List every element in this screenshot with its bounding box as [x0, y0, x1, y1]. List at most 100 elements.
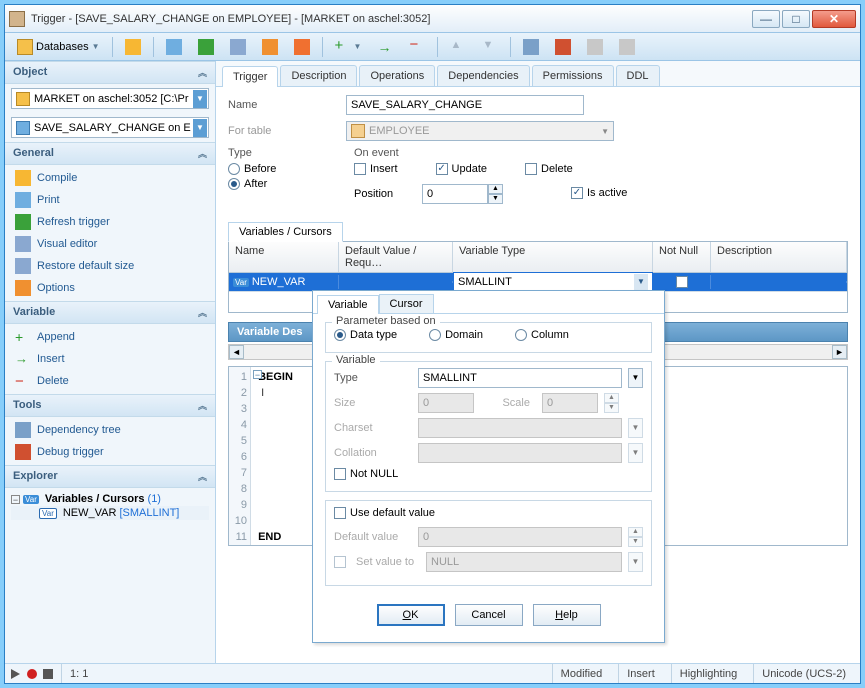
- param-column-radio[interactable]: Column: [515, 329, 569, 341]
- tab-description[interactable]: Description: [280, 65, 357, 86]
- popup-tab-variable[interactable]: Variable: [317, 295, 379, 314]
- notnull-check[interactable]: Not NULL: [334, 468, 643, 480]
- left-panel: Object︽ MARKET on aschel:3052 [C:\Pr▼ SA…: [5, 61, 216, 663]
- minus-icon: −: [15, 373, 31, 389]
- record-icon[interactable]: [27, 669, 37, 679]
- add-button[interactable]: +▼: [329, 36, 368, 58]
- type-after-radio[interactable]: After: [228, 178, 324, 190]
- ok-button[interactable]: OK: [377, 604, 445, 626]
- tools-section-header[interactable]: Tools︽: [5, 394, 215, 417]
- grid-row[interactable]: VarNEW_VAR SMALLINT▼: [229, 273, 847, 291]
- tree-button[interactable]: [517, 36, 545, 58]
- database-combo[interactable]: MARKET on aschel:3052 [C:\Pr▼: [11, 88, 209, 109]
- col-default[interactable]: Default Value / Requ…: [339, 242, 453, 272]
- item-label: Print: [37, 194, 60, 206]
- scroll-right[interactable]: ►: [832, 345, 847, 359]
- stop-icon[interactable]: [43, 669, 53, 679]
- checkbox-icon: [354, 163, 366, 175]
- status-modified: Modified: [552, 664, 611, 683]
- position-spinner[interactable]: ▲▼: [422, 184, 503, 204]
- tab-permissions[interactable]: Permissions: [532, 65, 614, 86]
- tree-root[interactable]: − Var Variables / Cursors (1): [11, 492, 209, 506]
- dependency-tree-item[interactable]: Dependency tree: [5, 419, 215, 441]
- collapse-toggle[interactable]: −: [11, 495, 20, 504]
- insert-button[interactable]: →: [371, 36, 399, 58]
- delete-item[interactable]: −Delete: [5, 370, 215, 392]
- status-encoding: Unicode (UCS-2): [753, 664, 854, 683]
- param-domain-radio[interactable]: Domain: [429, 329, 483, 341]
- refresh-item[interactable]: Refresh trigger: [5, 211, 215, 233]
- edit-button[interactable]: [256, 36, 284, 58]
- up-button[interactable]: ▲: [444, 36, 472, 58]
- general-section-header[interactable]: General︽: [5, 142, 215, 165]
- help-button[interactable]: Help: [533, 604, 601, 626]
- insert-item[interactable]: →Insert: [5, 348, 215, 370]
- type-before-radio[interactable]: Before: [228, 163, 324, 175]
- append-item[interactable]: +Append: [5, 326, 215, 348]
- cell-notnull[interactable]: [653, 275, 711, 289]
- object-section-header[interactable]: Object︽: [5, 61, 215, 84]
- spin-down[interactable]: ▼: [488, 194, 503, 204]
- event-update-check[interactable]: ✓Update: [436, 163, 487, 175]
- misc-button-2[interactable]: [613, 36, 641, 58]
- chevron-down-icon[interactable]: ▼: [634, 274, 648, 290]
- event-insert-check[interactable]: Insert: [354, 163, 398, 175]
- col-name[interactable]: Name: [229, 242, 339, 272]
- type-select[interactable]: [418, 368, 622, 388]
- compile-item[interactable]: Compile: [5, 167, 215, 189]
- remove-button[interactable]: −: [403, 36, 431, 58]
- param-datatype-radio[interactable]: Data type: [334, 329, 397, 341]
- explorer-section-header[interactable]: Explorer︽: [5, 465, 215, 488]
- position-input[interactable]: [422, 184, 488, 204]
- checkbox-icon: [334, 556, 346, 568]
- visual-editor-item[interactable]: Visual editor: [5, 233, 215, 255]
- chevron-down-icon[interactable]: ▼: [628, 368, 643, 388]
- tab-operations[interactable]: Operations: [359, 65, 435, 86]
- tab-ddl[interactable]: DDL: [616, 65, 660, 86]
- chevron-down-icon: ▼: [193, 90, 207, 108]
- play-icon[interactable]: [11, 669, 21, 679]
- grid-button[interactable]: [224, 36, 252, 58]
- cell-type[interactable]: SMALLINT▼: [453, 272, 653, 292]
- spin-up[interactable]: ▲: [488, 184, 503, 194]
- tree-item[interactable]: Var NEW_VAR [SMALLINT]: [11, 506, 209, 520]
- restore-size-item[interactable]: Restore default size: [5, 255, 215, 277]
- options-item[interactable]: Options: [5, 277, 215, 299]
- status-position: 1: 1: [61, 664, 96, 683]
- cancel-button[interactable]: Cancel: [455, 604, 523, 626]
- col-type[interactable]: Variable Type: [453, 242, 653, 272]
- export-icon: [294, 39, 310, 55]
- use-default-check[interactable]: Use default value: [334, 507, 643, 519]
- variable-section-header[interactable]: Variable︽: [5, 301, 215, 324]
- fold-toggle[interactable]: −: [253, 370, 262, 379]
- tab-trigger[interactable]: Trigger: [222, 66, 278, 87]
- variables-tab[interactable]: Variables / Cursors: [228, 222, 343, 242]
- event-delete-check[interactable]: Delete: [525, 163, 573, 175]
- separator: [322, 37, 323, 57]
- trigger-combo[interactable]: SAVE_SALARY_CHANGE on E▼: [11, 117, 209, 138]
- record-controls: [11, 669, 53, 679]
- active-check[interactable]: ✓Is active: [571, 187, 627, 199]
- print-button[interactable]: [160, 36, 188, 58]
- maximize-button[interactable]: □: [782, 10, 810, 28]
- debug-trigger-item[interactable]: Debug trigger: [5, 441, 215, 463]
- item-label: Compile: [37, 172, 77, 184]
- popup-tab-cursor[interactable]: Cursor: [379, 294, 434, 313]
- export-button[interactable]: [288, 36, 316, 58]
- print-item[interactable]: Print: [5, 189, 215, 211]
- minimize-button[interactable]: —: [752, 10, 780, 28]
- col-desc[interactable]: Description: [711, 242, 847, 272]
- col-notnull[interactable]: Not Null: [653, 242, 711, 272]
- misc-button-1[interactable]: [581, 36, 609, 58]
- tab-dependencies[interactable]: Dependencies: [437, 65, 529, 86]
- compile-button[interactable]: [119, 36, 147, 58]
- close-button[interactable]: ✕: [812, 10, 856, 28]
- name-input[interactable]: [346, 95, 584, 115]
- scroll-left[interactable]: ◄: [229, 345, 244, 359]
- down-button[interactable]: ▼: [476, 36, 504, 58]
- databases-dropdown[interactable]: Databases ▼: [11, 36, 106, 58]
- refresh-button[interactable]: [192, 36, 220, 58]
- set-value-select: [426, 552, 622, 572]
- spin-down: ▼: [628, 537, 643, 547]
- debug-button[interactable]: [549, 36, 577, 58]
